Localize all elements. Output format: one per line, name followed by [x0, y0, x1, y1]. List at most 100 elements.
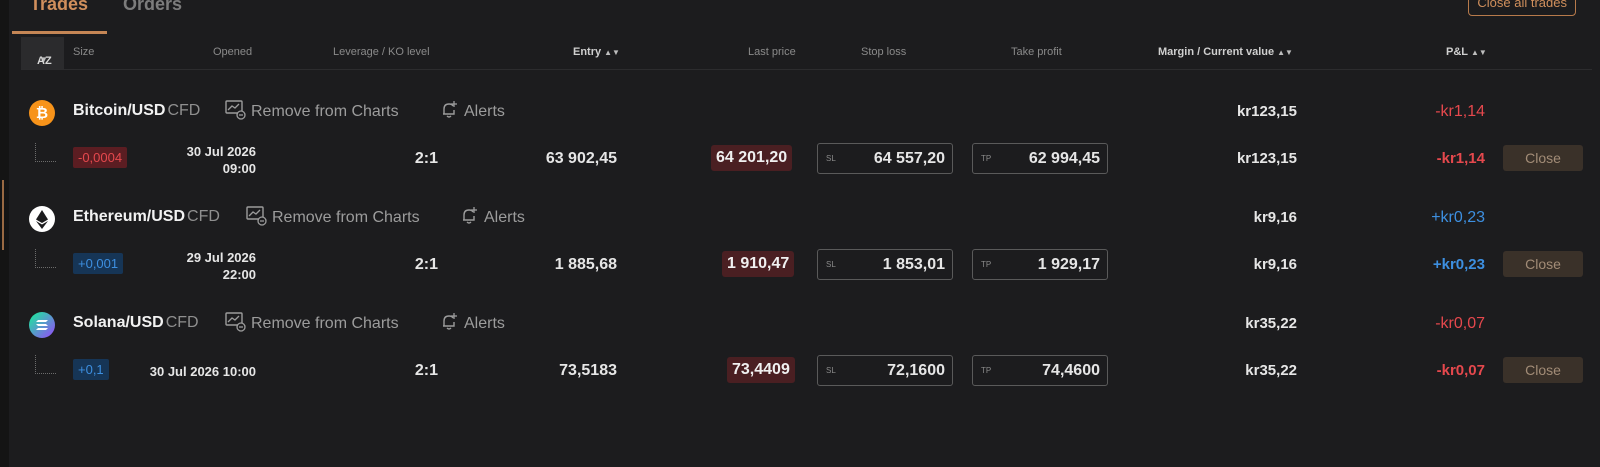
- column-leverage: Leverage / KO level: [333, 46, 430, 58]
- stop-loss-value: 72,1600: [887, 362, 945, 379]
- pnl-value: -kr1,14: [1435, 103, 1485, 120]
- column-stop-loss: Stop loss: [861, 46, 907, 58]
- entry-price: 1 885,68: [554, 256, 617, 273]
- sort-icon: ▲▼: [604, 48, 620, 57]
- close-trade-button[interactable]: Close: [1503, 145, 1583, 171]
- instrument-type: CFD: [165, 314, 199, 331]
- last-price: 73,4409: [727, 357, 795, 383]
- last-price: 64 201,20: [711, 145, 793, 171]
- tp-label: TP: [981, 260, 992, 269]
- sl-label: SL: [826, 366, 836, 375]
- column-margin[interactable]: Margin / Current value ▲▼: [1158, 46, 1293, 58]
- column-pnl-label: P&L: [1446, 46, 1468, 58]
- remove-from-charts-label: Remove from Charts: [272, 209, 420, 226]
- take-profit-field[interactable]: TP 1 929,17: [972, 249, 1108, 280]
- alerts-label: Alerts: [484, 209, 525, 226]
- tree-connector: [35, 355, 56, 374]
- column-pnl[interactable]: P&L ▲▼: [1446, 46, 1487, 58]
- remove-from-charts-button[interactable]: Remove from Charts: [225, 100, 399, 121]
- stop-loss-field[interactable]: SL 64 557,20: [817, 143, 953, 174]
- instrument-name[interactable]: Ethereum/USD CFD: [73, 208, 220, 226]
- current-value: kr35,22: [1245, 362, 1297, 379]
- remove-from-charts-label: Remove from Charts: [251, 315, 399, 332]
- instrument-type: CFD: [187, 208, 220, 225]
- sl-label: SL: [826, 154, 836, 163]
- alerts-button[interactable]: Alerts: [440, 312, 505, 333]
- active-tab-indicator: [12, 31, 107, 34]
- alerts-label: Alerts: [464, 315, 505, 332]
- column-margin-label: Margin / Current value: [1158, 46, 1275, 58]
- take-profit-field[interactable]: TP 74,4600: [972, 355, 1108, 386]
- instrument-type: CFD: [167, 102, 201, 119]
- tp-label: TP: [981, 154, 992, 163]
- column-opened: Opened: [213, 46, 253, 58]
- opened-date: 30 Jul 2026: [186, 144, 256, 159]
- current-value: kr123,15: [1236, 150, 1297, 167]
- tree-connector: [35, 249, 56, 268]
- opened-date: 29 Jul 2026: [186, 250, 256, 265]
- opened-time: 22:00: [222, 267, 256, 282]
- margin-value: kr9,16: [1253, 209, 1297, 226]
- chart-remove-icon: [246, 206, 267, 226]
- ethereum-icon: [29, 206, 55, 232]
- margin-value: kr35,22: [1245, 315, 1297, 332]
- take-profit-value: 1 929,17: [1037, 256, 1100, 273]
- last-price: 1 910,47: [722, 251, 795, 277]
- tree-connector: [35, 143, 56, 162]
- current-value: kr9,16: [1253, 256, 1297, 273]
- bell-plus-icon: [443, 101, 457, 118]
- opened-datetime: 30 Jul 2026 10:00: [149, 364, 256, 379]
- column-size: Size: [73, 46, 95, 58]
- column-entry[interactable]: Entry ▲▼: [573, 46, 620, 58]
- solana-icon: [29, 312, 55, 338]
- close-trade-button[interactable]: Close: [1503, 357, 1583, 383]
- trade-row: ₿ Bitcoin/USD CFD Remove from Charts Aler…: [0, 87, 1600, 193]
- tab-orders[interactable]: Orders: [123, 0, 182, 15]
- pnl-value: +kr0,23: [1432, 256, 1485, 273]
- chart-remove-icon: [225, 100, 246, 120]
- leverage-value: 2:1: [414, 362, 438, 379]
- chart-remove-icon: [225, 312, 246, 332]
- alerts-button[interactable]: Alerts: [440, 100, 505, 121]
- pnl-value: -kr1,14: [1436, 150, 1485, 167]
- remove-from-charts-button[interactable]: Remove from Charts: [246, 206, 420, 227]
- bell-plus-icon: [463, 207, 477, 224]
- pnl-value: -kr0,07: [1436, 362, 1485, 379]
- leverage-value: 2:1: [414, 256, 438, 273]
- alerts-button[interactable]: Alerts: [460, 206, 525, 227]
- sort-icon: ▲▼: [1471, 48, 1487, 57]
- leverage-value: 2:1: [414, 150, 438, 167]
- close-trade-button[interactable]: Close: [1503, 251, 1583, 277]
- entry-price: 63 902,45: [545, 150, 617, 167]
- stop-loss-value: 1 853,01: [882, 256, 945, 273]
- instrument-symbol: Solana/USD: [73, 314, 164, 331]
- tp-label: TP: [981, 366, 992, 375]
- instrument-name[interactable]: Bitcoin/USD CFD: [73, 102, 200, 120]
- stop-loss-field[interactable]: SL 1 853,01: [817, 249, 953, 280]
- caret-down-icon: ▼: [40, 55, 48, 64]
- close-all-trades-button[interactable]: Close all trades: [1468, 0, 1576, 16]
- remove-from-charts-label: Remove from Charts: [251, 103, 399, 120]
- sl-label: SL: [826, 260, 836, 269]
- entry-price: 73,5183: [559, 362, 617, 379]
- bell-plus-icon: [443, 313, 457, 330]
- table-header: AZ ▼ Size Opened Leverage / KO level Entr…: [21, 37, 1592, 70]
- column-take-profit: Take profit: [1011, 46, 1062, 58]
- column-entry-label: Entry: [573, 46, 602, 58]
- pnl-value: -kr0,07: [1435, 315, 1485, 332]
- trade-row: Solana/USD CFD Remove from Charts Alerts …: [0, 299, 1600, 405]
- tab-trades[interactable]: Trades: [30, 0, 88, 15]
- remove-from-charts-button[interactable]: Remove from Charts: [225, 312, 399, 333]
- stop-loss-field[interactable]: SL 72,1600: [817, 355, 953, 386]
- bitcoin-icon: ₿: [29, 100, 55, 126]
- opened-datetime: 29 Jul 2026 22:00: [96, 249, 256, 283]
- sort-az-button[interactable]: AZ ▼: [21, 37, 64, 69]
- alerts-label: Alerts: [464, 103, 505, 120]
- trade-row: Ethereum/USD CFD Remove from Charts Alert…: [0, 193, 1600, 299]
- take-profit-value: 62 994,45: [1028, 150, 1100, 167]
- take-profit-value: 74,4600: [1042, 362, 1100, 379]
- opened-time: 09:00: [222, 161, 256, 176]
- margin-value: kr123,15: [1236, 103, 1297, 120]
- take-profit-field[interactable]: TP 62 994,45: [972, 143, 1108, 174]
- instrument-name[interactable]: Solana/USD CFD: [73, 314, 199, 332]
